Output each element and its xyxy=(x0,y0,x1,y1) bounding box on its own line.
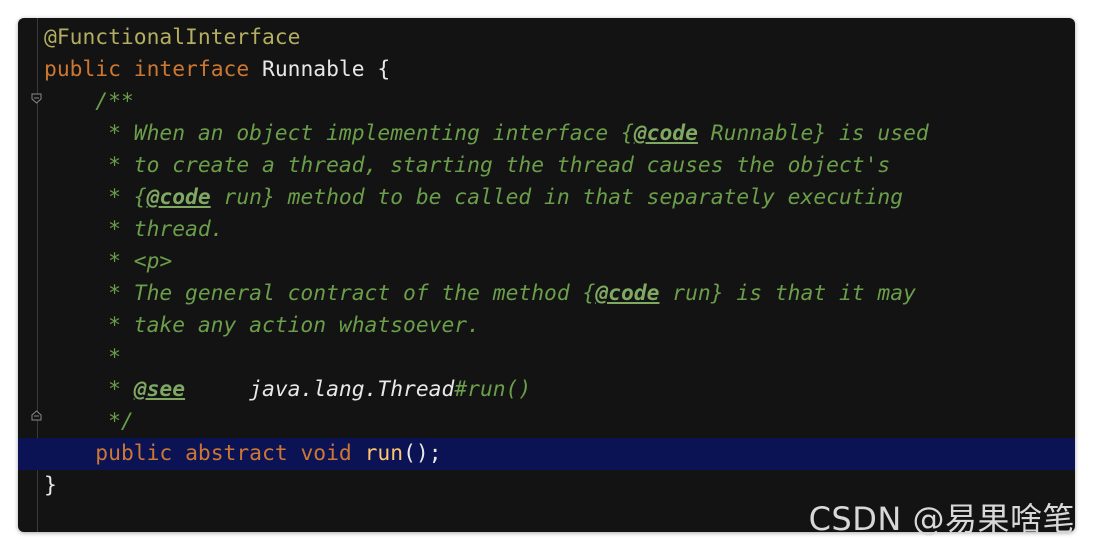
doc-text: * When an object implementing interface … xyxy=(108,121,634,146)
code-line-7: * thread. xyxy=(44,214,1075,246)
doc-tag-code: @code xyxy=(146,185,211,210)
code-line-5: * to create a thread, starting the threa… xyxy=(44,150,1075,182)
code-line-13: */ xyxy=(44,406,1075,438)
keyword-public: public xyxy=(44,57,121,82)
fold-start-icon[interactable] xyxy=(31,93,42,104)
doc-text xyxy=(185,377,249,402)
code-line-12: * @see java.lang.Thread#run() xyxy=(44,374,1075,406)
code-editor[interactable]: @FunctionalInterface public interface Ru… xyxy=(18,18,1075,532)
code-line-10: * take any action whatsoever. xyxy=(44,310,1075,342)
class-name: Runnable xyxy=(262,57,365,82)
doc-text: * take any action whatsoever. xyxy=(108,313,480,338)
annotation: @FunctionalInterface xyxy=(44,25,301,50)
doc-text: * The general contract of the method { xyxy=(108,281,596,306)
doc-tag-see: @see xyxy=(133,377,186,402)
open-brace: { xyxy=(377,57,391,82)
doc-text: * xyxy=(108,377,134,402)
keyword-interface: interface xyxy=(133,57,250,82)
watermark: CSDN @易果啥笔 xyxy=(808,500,1075,538)
doc-text: * thread. xyxy=(108,217,224,242)
code-line-4: * When an object implementing interface … xyxy=(44,118,1075,150)
doc-open: /** xyxy=(95,89,134,114)
code-line-11: * xyxy=(44,342,1075,374)
code-line-9: * The general contract of the method {@c… xyxy=(44,278,1075,310)
doc-text: * to create a thread, starting the threa… xyxy=(108,153,891,178)
code-line-6: * {@code run} method to be called in tha… xyxy=(44,182,1075,214)
doc-text: * xyxy=(108,345,121,370)
code-line-1: @FunctionalInterface xyxy=(44,22,1075,54)
doc-see-member: #run() xyxy=(454,377,532,402)
method-name: run xyxy=(364,441,404,466)
method-tail: (); xyxy=(403,441,442,466)
keyword-abstract: abstract xyxy=(185,441,288,466)
keyword-public: public xyxy=(95,441,173,466)
fold-end-icon[interactable] xyxy=(31,410,42,421)
doc-tag-code: @code xyxy=(633,121,698,146)
code-line-14-highlighted[interactable]: public abstract void run(); xyxy=(18,438,1075,470)
keyword-void: void xyxy=(300,441,352,466)
close-brace: } xyxy=(44,473,57,498)
doc-text: Runnable} is used xyxy=(697,121,929,146)
code-line-3: /** xyxy=(44,86,1075,118)
code-area[interactable]: @FunctionalInterface public interface Ru… xyxy=(18,22,1075,502)
doc-see-reference: java.lang.Thread xyxy=(249,377,455,402)
doc-text: * <p> xyxy=(108,249,173,274)
doc-text: run} method to be called in that separat… xyxy=(210,185,904,210)
code-line-2: public interface Runnable { xyxy=(44,54,1075,86)
doc-close: */ xyxy=(108,409,134,434)
code-line-8: * <p> xyxy=(44,246,1075,278)
doc-text: run} is that it may xyxy=(659,281,916,306)
doc-text: * { xyxy=(108,185,147,210)
doc-tag-code: @code xyxy=(595,281,660,306)
